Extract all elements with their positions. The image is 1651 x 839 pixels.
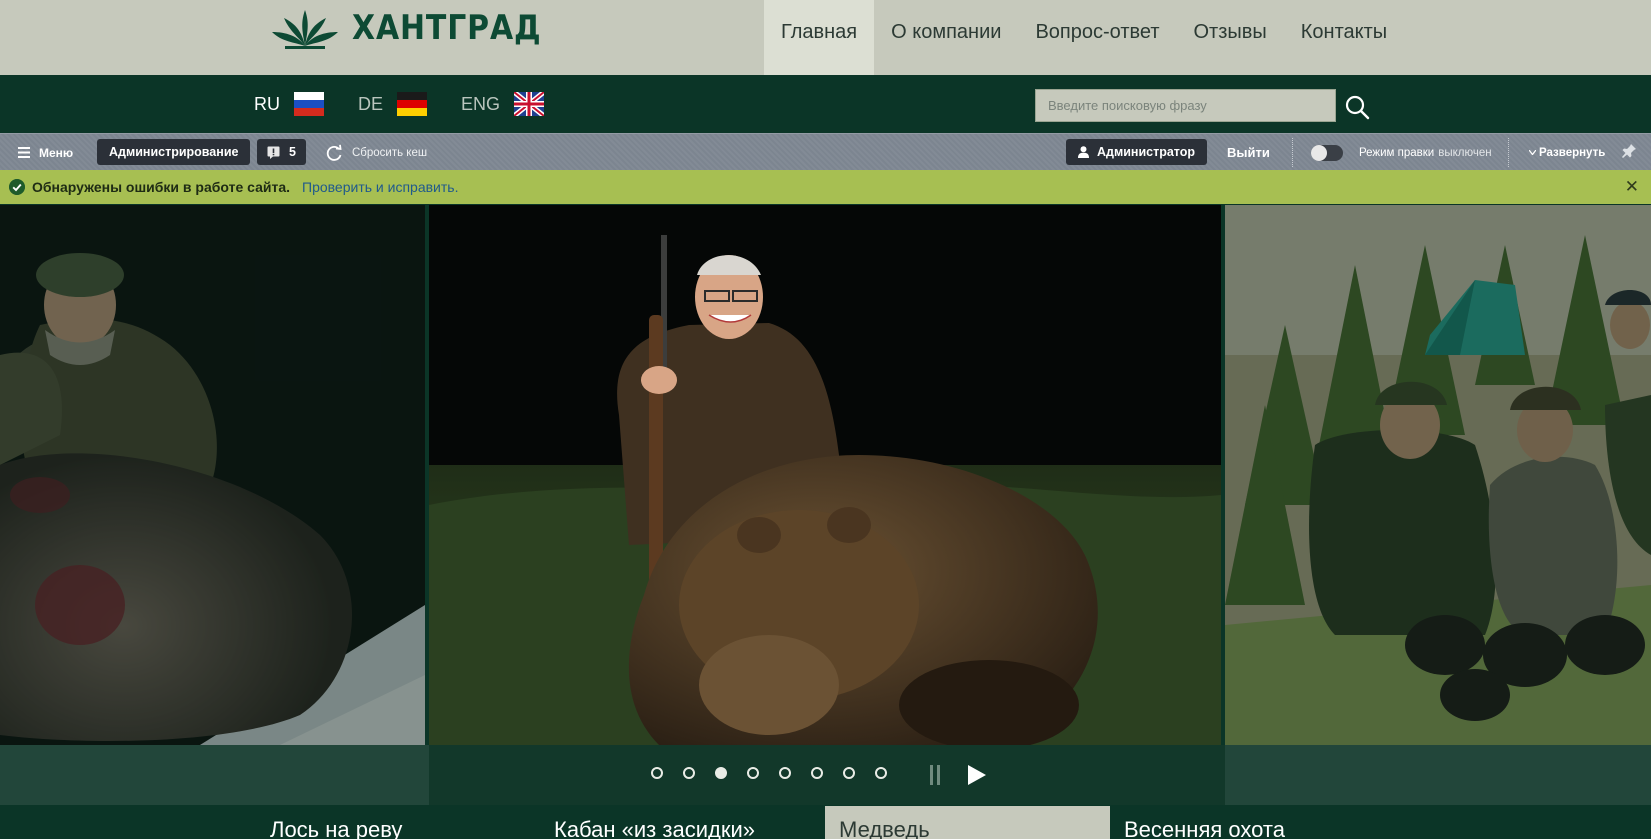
reset-cache-button[interactable]: Сбросить кеш — [325, 134, 427, 171]
site-header: ХАНТГРАД Главная О компании Вопрос-ответ… — [0, 0, 1651, 75]
expand-button[interactable]: Развернуть — [1529, 134, 1605, 171]
notice-fix-link[interactable]: Проверить и исправить. — [302, 179, 458, 195]
notice-message: Обнаружены ошибки в работе сайта. — [32, 179, 291, 195]
search-input[interactable] — [1035, 89, 1336, 122]
slider-pagination — [651, 767, 907, 779]
close-icon[interactable]: ✕ — [1625, 178, 1639, 195]
slider-dot[interactable] — [875, 767, 887, 779]
hamburger-icon — [18, 147, 30, 158]
slider-controls — [0, 745, 1651, 805]
pin-icon[interactable] — [1622, 144, 1636, 158]
edit-mode-state: выключен — [1438, 146, 1492, 159]
slide-overlay — [0, 205, 425, 745]
pause-icon[interactable] — [929, 765, 941, 785]
tab-moose[interactable]: Лось на реву — [256, 806, 526, 839]
user-button[interactable]: Администратор — [1066, 139, 1208, 165]
toolbar-divider — [1292, 138, 1294, 167]
brand-name: ХАНТГРАД — [352, 8, 542, 48]
slider-dot[interactable] — [651, 767, 663, 779]
slide-overlay — [1225, 205, 1651, 745]
nav-item-reviews[interactable]: Отзывы — [1177, 0, 1284, 75]
lang-eng[interactable]: ENG — [461, 92, 545, 116]
admin-toolbar: Меню Администрирование 5 Сбросить кеш Ад… — [0, 133, 1651, 170]
slider-dot[interactable] — [747, 767, 759, 779]
toolbar-divider — [1508, 138, 1510, 167]
hunt-type-tabs: Лось на реву Кабан «из засидки» Медведь … — [0, 806, 1651, 839]
check-circle-icon — [9, 179, 25, 195]
language-switcher: RU DE ENG — [254, 75, 578, 133]
menu-label: Меню — [39, 145, 74, 160]
toggle-switch — [1311, 144, 1343, 161]
logout-button[interactable]: Выйти — [1227, 134, 1270, 171]
lang-code: RU — [254, 93, 280, 114]
russia-flag-icon — [294, 92, 324, 116]
search-icon[interactable] — [1344, 94, 1370, 120]
slider-dot[interactable] — [779, 767, 791, 779]
tab-boar[interactable]: Кабан «из засидки» — [540, 806, 810, 839]
lang-code: ENG — [461, 93, 501, 114]
main-nav: Главная О компании Вопрос-ответ Отзывы К… — [764, 0, 1404, 75]
edit-mode-toggle[interactable]: Режим правки выключен — [1311, 134, 1492, 171]
reset-cache-label: Сбросить кеш — [352, 146, 428, 159]
notification-count: 5 — [289, 145, 296, 159]
menu-button[interactable]: Меню — [18, 134, 73, 171]
slider-dot-active[interactable] — [715, 767, 727, 779]
error-notice: Обнаружены ошибки в работе сайта. Провер… — [0, 170, 1651, 204]
tab-spring-hunt[interactable]: Весенняя охота — [1110, 806, 1400, 839]
uk-flag-icon — [514, 92, 545, 116]
expand-label: Развернуть — [1539, 146, 1606, 159]
slider-dot[interactable] — [811, 767, 823, 779]
chevron-down-icon — [1529, 150, 1536, 155]
play-icon[interactable] — [968, 765, 986, 785]
lang-de[interactable]: DE — [358, 92, 428, 116]
tab-bear[interactable]: Медведь — [825, 806, 1110, 839]
slide-bear-photo — [429, 205, 1221, 745]
lang-ru[interactable]: RU — [254, 92, 324, 116]
user-icon — [1078, 146, 1089, 158]
refresh-icon — [326, 144, 342, 161]
lang-code: DE — [358, 93, 384, 114]
fern-logo-icon — [272, 10, 338, 49]
nav-item-faq[interactable]: Вопрос-ответ — [1018, 0, 1176, 75]
edit-mode-label: Режим правки — [1359, 146, 1435, 159]
logo[interactable]: ХАНТГРАД — [270, 6, 567, 50]
notifications-button[interactable]: 5 — [257, 139, 306, 165]
user-label: Администратор — [1097, 145, 1196, 159]
language-search-bar: RU DE ENG — [0, 75, 1651, 133]
nav-item-home[interactable]: Главная — [764, 0, 875, 75]
nav-item-about[interactable]: О компании — [874, 0, 1018, 75]
nav-item-contacts[interactable]: Контакты — [1284, 0, 1404, 75]
slider-dot[interactable] — [843, 767, 855, 779]
notification-icon — [267, 146, 280, 159]
photo-slider — [0, 205, 1651, 805]
germany-flag-icon — [397, 92, 428, 116]
administration-button[interactable]: Администрирование — [97, 139, 251, 165]
slider-dot[interactable] — [683, 767, 695, 779]
